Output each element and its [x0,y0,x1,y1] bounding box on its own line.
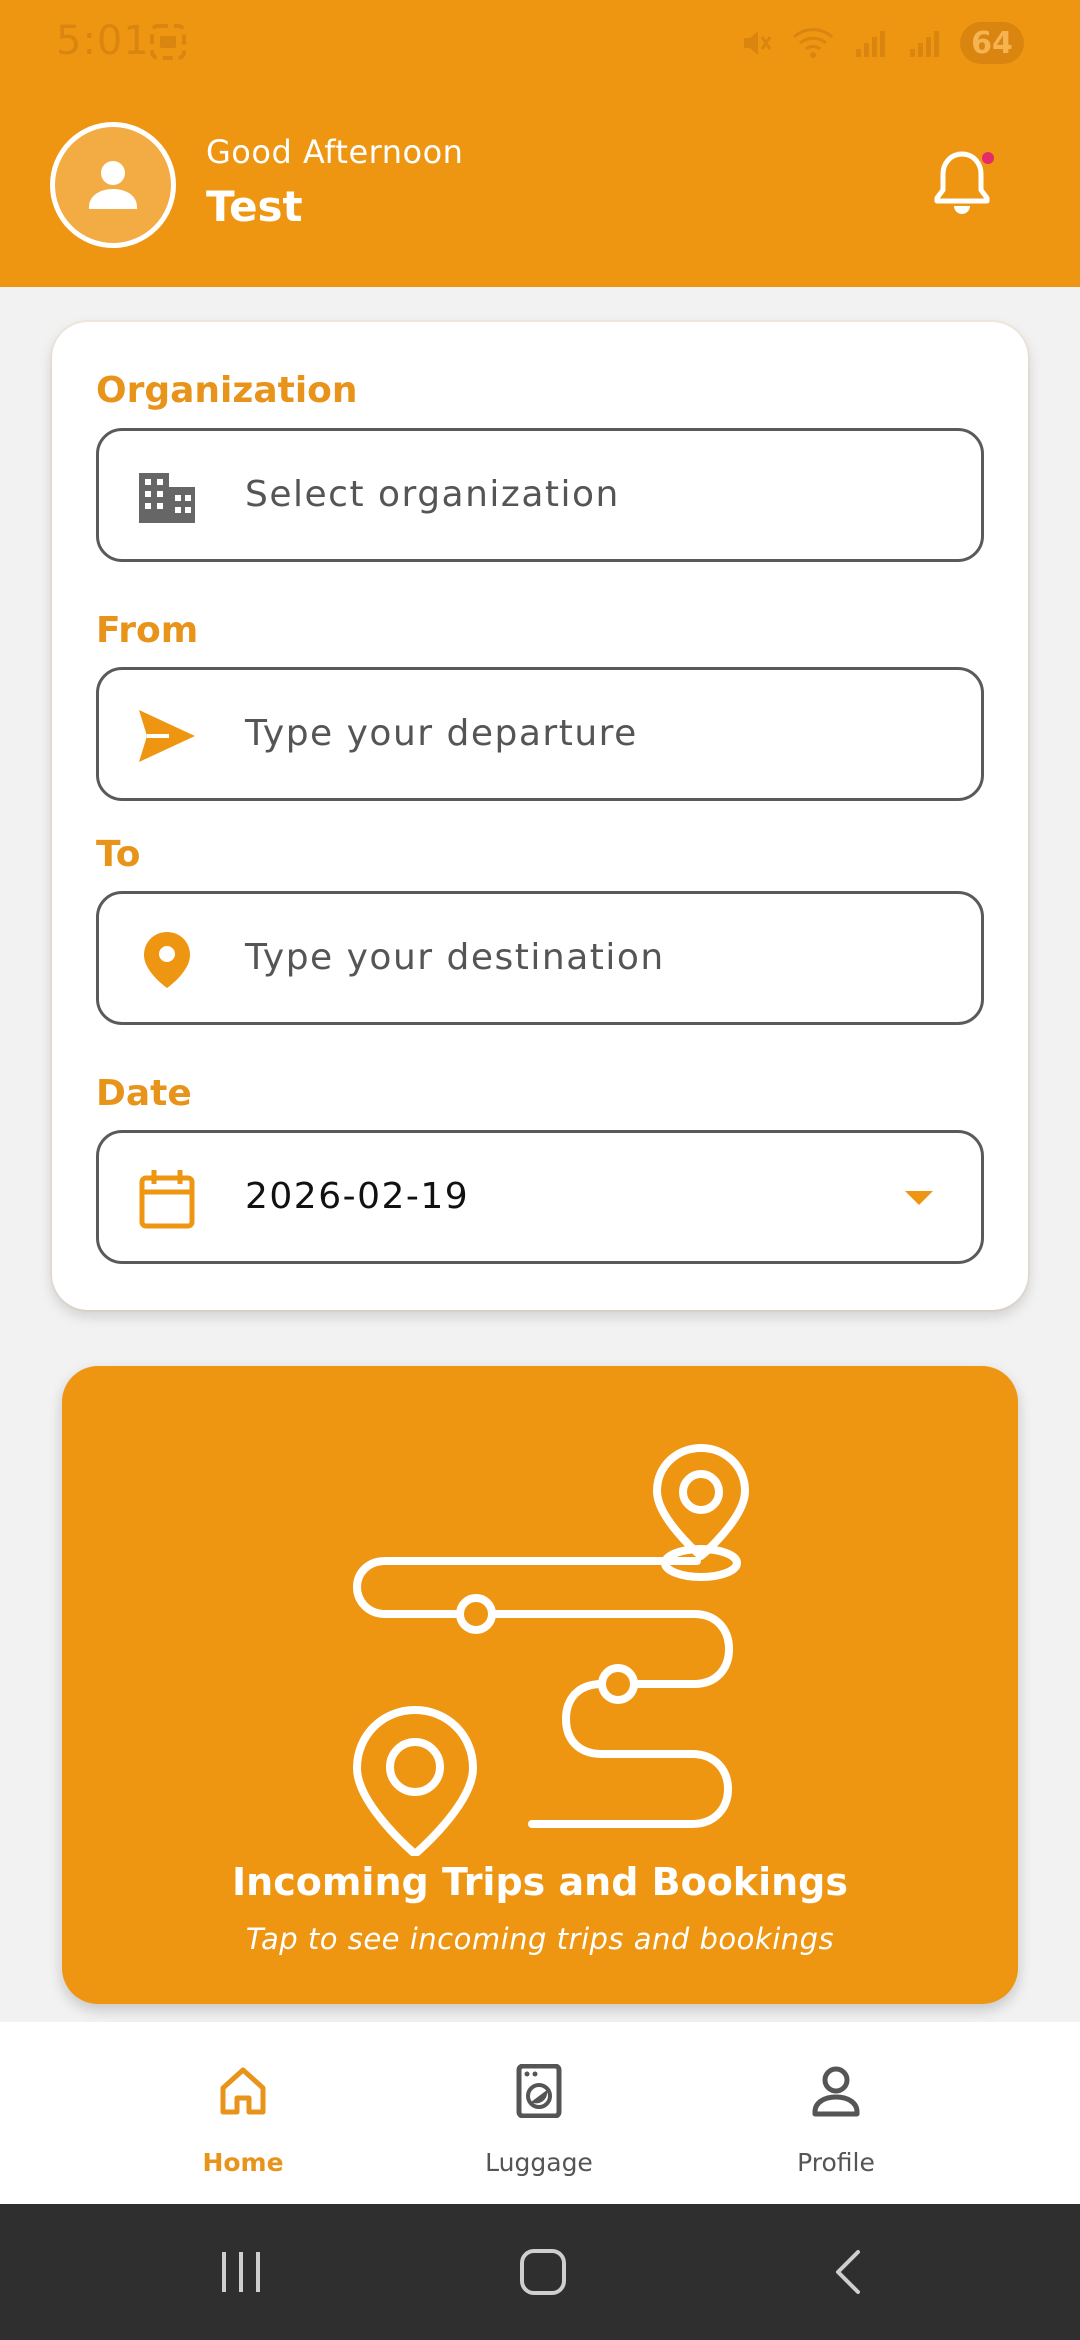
calendar-icon [135,1167,199,1231]
profile-icon [812,2066,860,2117]
avatar[interactable] [50,122,176,248]
nav-item-profile[interactable]: Profile [686,2022,986,2204]
departure-input[interactable]: Type your departure [96,667,984,801]
to-label: To [96,834,141,875]
signal-icon [856,31,885,57]
home-button[interactable] [518,2248,568,2296]
departure-placeholder: Type your departure [245,713,638,754]
location-pin-icon [135,928,199,992]
building-icon [135,465,199,529]
home-icon [220,2067,266,2115]
nav-item-home[interactable]: Home [93,2022,393,2204]
destination-placeholder: Type your destination [245,937,665,978]
organization-placeholder: Select organization [245,474,620,515]
date-picker[interactable]: 2026-02-19 [96,1130,984,1264]
username: Test [206,182,303,231]
nav-label-profile: Profile [797,2148,875,2177]
back-button[interactable] [828,2248,868,2296]
battery-indicator: 64 [960,22,1024,64]
date-label: Date [96,1073,192,1114]
route-map-icon [342,1416,802,1860]
nav-item-luggage[interactable]: Luggage [389,2022,689,2204]
greeting-text: Good Afternoon [206,133,464,171]
mute-icon [744,31,772,55]
status-bar: 5:01 64 [0,0,1080,90]
nav-label-home: Home [202,2148,284,2177]
app-header: 5:01 64 Good Afternoon Test [0,0,1080,287]
chevron-down-icon [905,1191,933,1205]
luggage-icon [516,2064,562,2118]
bottom-navigation: Home Luggage Profile [0,2022,1080,2204]
screenshot-icon [148,22,188,66]
incoming-trips-card[interactable]: Incoming Trips and Bookings Tap to see i… [62,1366,1018,2004]
system-navigation-bar [0,2204,1080,2340]
nav-label-luggage: Luggage [485,2148,593,2177]
trips-card-subtitle: Tap to see incoming trips and bookings [245,1922,835,1956]
battery-level: 64 [971,25,1013,61]
recent-apps-button[interactable] [216,2248,266,2296]
status-time: 5:01 [56,18,150,64]
destination-input[interactable]: Type your destination [96,891,984,1025]
status-icons: 64 [738,22,1024,64]
trips-card-title: Incoming Trips and Bookings [232,1860,848,1904]
date-value: 2026-02-19 [245,1176,470,1217]
organization-select[interactable]: Select organization [96,428,984,562]
signal-icon-2 [910,31,939,57]
organization-label: Organization [96,370,358,411]
notification-dot [982,152,994,164]
user-icon [89,161,137,209]
from-label: From [96,610,199,651]
send-icon [135,704,199,768]
wifi-icon [792,28,834,58]
